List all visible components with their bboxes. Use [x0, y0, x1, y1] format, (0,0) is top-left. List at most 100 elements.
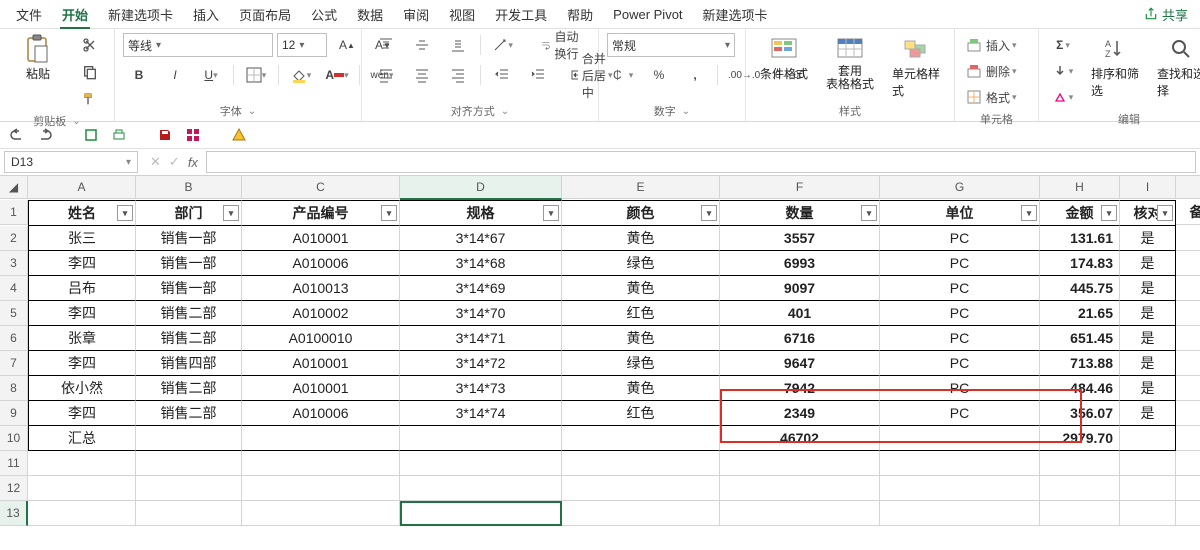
cell[interactable]: 销售二部: [136, 326, 242, 351]
cell[interactable]: [136, 476, 242, 501]
cell[interactable]: [1176, 476, 1200, 501]
confirm-formula-button[interactable]: ✓: [169, 154, 180, 170]
cell[interactable]: 484.46: [1040, 376, 1120, 401]
cell-styles-button[interactable]: 单元格样式: [886, 33, 946, 101]
cell[interactable]: [720, 451, 880, 476]
cell[interactable]: [1120, 451, 1176, 476]
cell[interactable]: 3*14*71: [400, 326, 562, 351]
fill-color-button[interactable]: ▾: [285, 63, 317, 87]
cell[interactable]: [1040, 476, 1120, 501]
cell[interactable]: A010013: [242, 276, 400, 301]
cell[interactable]: 3557: [720, 226, 880, 251]
align-center-button[interactable]: [406, 63, 438, 87]
tab-file[interactable]: 文件: [6, 1, 52, 28]
cell[interactable]: 黄色: [562, 276, 720, 301]
share-button[interactable]: 共享: [1144, 5, 1194, 24]
formula-input[interactable]: [206, 151, 1196, 173]
cell[interactable]: 3*14*69: [400, 276, 562, 301]
cell[interactable]: A010002: [242, 301, 400, 326]
cell[interactable]: 2349: [720, 401, 880, 426]
col-header-E[interactable]: E: [562, 176, 720, 199]
qat-alert-button[interactable]: [230, 126, 248, 144]
row-header[interactable]: 13: [0, 501, 28, 526]
tab-custom-2[interactable]: 新建选项卡: [693, 1, 778, 28]
font-color-button[interactable]: A▾: [321, 63, 353, 87]
filter-icon[interactable]: ▾: [223, 205, 239, 221]
cell[interactable]: [1120, 501, 1176, 526]
format-as-table-button[interactable]: 套用 表格格式: [820, 33, 880, 93]
cell[interactable]: [400, 476, 562, 501]
cell[interactable]: 规格▾: [400, 200, 562, 226]
cell[interactable]: 2979.70: [1040, 426, 1120, 451]
cell[interactable]: 9097: [720, 276, 880, 301]
decrease-indent-button[interactable]: [486, 63, 518, 87]
clear-button[interactable]: ▾: [1047, 85, 1079, 109]
tab-data[interactable]: 数据: [347, 1, 393, 28]
cell[interactable]: 部门▾: [136, 200, 242, 226]
cancel-formula-button[interactable]: ✕: [150, 154, 161, 170]
cell[interactable]: 销售一部: [136, 251, 242, 276]
tab-developer[interactable]: 开发工具: [485, 1, 557, 28]
cell[interactable]: PC: [880, 251, 1040, 276]
cell[interactable]: 张章: [28, 326, 136, 351]
cell[interactable]: [880, 476, 1040, 501]
cell[interactable]: 3*14*68: [400, 251, 562, 276]
col-header-G[interactable]: G: [880, 176, 1040, 199]
filter-icon[interactable]: ▾: [543, 205, 559, 221]
qat-print-button[interactable]: [110, 126, 128, 144]
cell[interactable]: PC: [880, 301, 1040, 326]
cell[interactable]: 销售四部: [136, 351, 242, 376]
cell[interactable]: 是: [1120, 401, 1176, 426]
cell[interactable]: [1176, 451, 1200, 476]
cell[interactable]: 绿色: [562, 251, 720, 276]
cell[interactable]: [720, 501, 880, 526]
format-cells-button[interactable]: 格式▾: [963, 85, 1030, 109]
cell[interactable]: [1120, 476, 1176, 501]
col-header-B[interactable]: B: [136, 176, 242, 199]
cell[interactable]: 李四: [28, 301, 136, 326]
cell[interactable]: [880, 501, 1040, 526]
cell[interactable]: 汇总: [28, 426, 136, 451]
cell[interactable]: [400, 426, 562, 451]
name-box[interactable]: D13 ▾: [4, 151, 138, 173]
cell[interactable]: 黄色: [562, 376, 720, 401]
comma-button[interactable]: ,: [679, 63, 711, 87]
cell[interactable]: 21.65: [1040, 301, 1120, 326]
tab-formulas[interactable]: 公式: [301, 1, 347, 28]
number-launcher-icon[interactable]: ⌄: [682, 106, 690, 117]
cell[interactable]: 红色: [562, 401, 720, 426]
cell[interactable]: [1176, 326, 1200, 351]
cell[interactable]: A010001: [242, 226, 400, 251]
row-header[interactable]: 9: [0, 401, 28, 426]
tab-insert[interactable]: 插入: [183, 1, 229, 28]
cell[interactable]: [28, 451, 136, 476]
cell[interactable]: 174.83: [1040, 251, 1120, 276]
align-right-button[interactable]: [442, 63, 474, 87]
cell[interactable]: 数量▾: [720, 200, 880, 226]
col-header-I[interactable]: I: [1120, 176, 1176, 199]
cell[interactable]: [1176, 276, 1200, 301]
filter-icon[interactable]: ▾: [1021, 205, 1037, 221]
cell[interactable]: 是: [1120, 226, 1176, 251]
cell[interactable]: 金额▾: [1040, 200, 1120, 226]
row-header[interactable]: 5: [0, 301, 28, 326]
fill-button[interactable]: ▾: [1047, 59, 1079, 83]
row-header[interactable]: 7: [0, 351, 28, 376]
font-size-combo[interactable]: 12▾: [277, 33, 327, 57]
cell[interactable]: 713.88: [1040, 351, 1120, 376]
row-header[interactable]: 10: [0, 426, 28, 451]
cell[interactable]: [400, 451, 562, 476]
tab-custom-1[interactable]: 新建选项卡: [98, 1, 183, 28]
cell[interactable]: [880, 451, 1040, 476]
insert-cells-button[interactable]: 插入▾: [963, 33, 1030, 57]
cell[interactable]: [1176, 376, 1200, 401]
conditional-format-button[interactable]: 条件格式: [754, 33, 814, 84]
accounting-format-button[interactable]: ₵▾: [607, 63, 639, 87]
cell[interactable]: [1176, 351, 1200, 376]
cell[interactable]: 3*14*70: [400, 301, 562, 326]
underline-button[interactable]: U▾: [195, 63, 227, 87]
cut-button[interactable]: [74, 33, 106, 57]
cell[interactable]: A010001: [242, 351, 400, 376]
qat-grid-button[interactable]: [184, 126, 202, 144]
find-select-button[interactable]: 查找和选择: [1151, 33, 1200, 101]
